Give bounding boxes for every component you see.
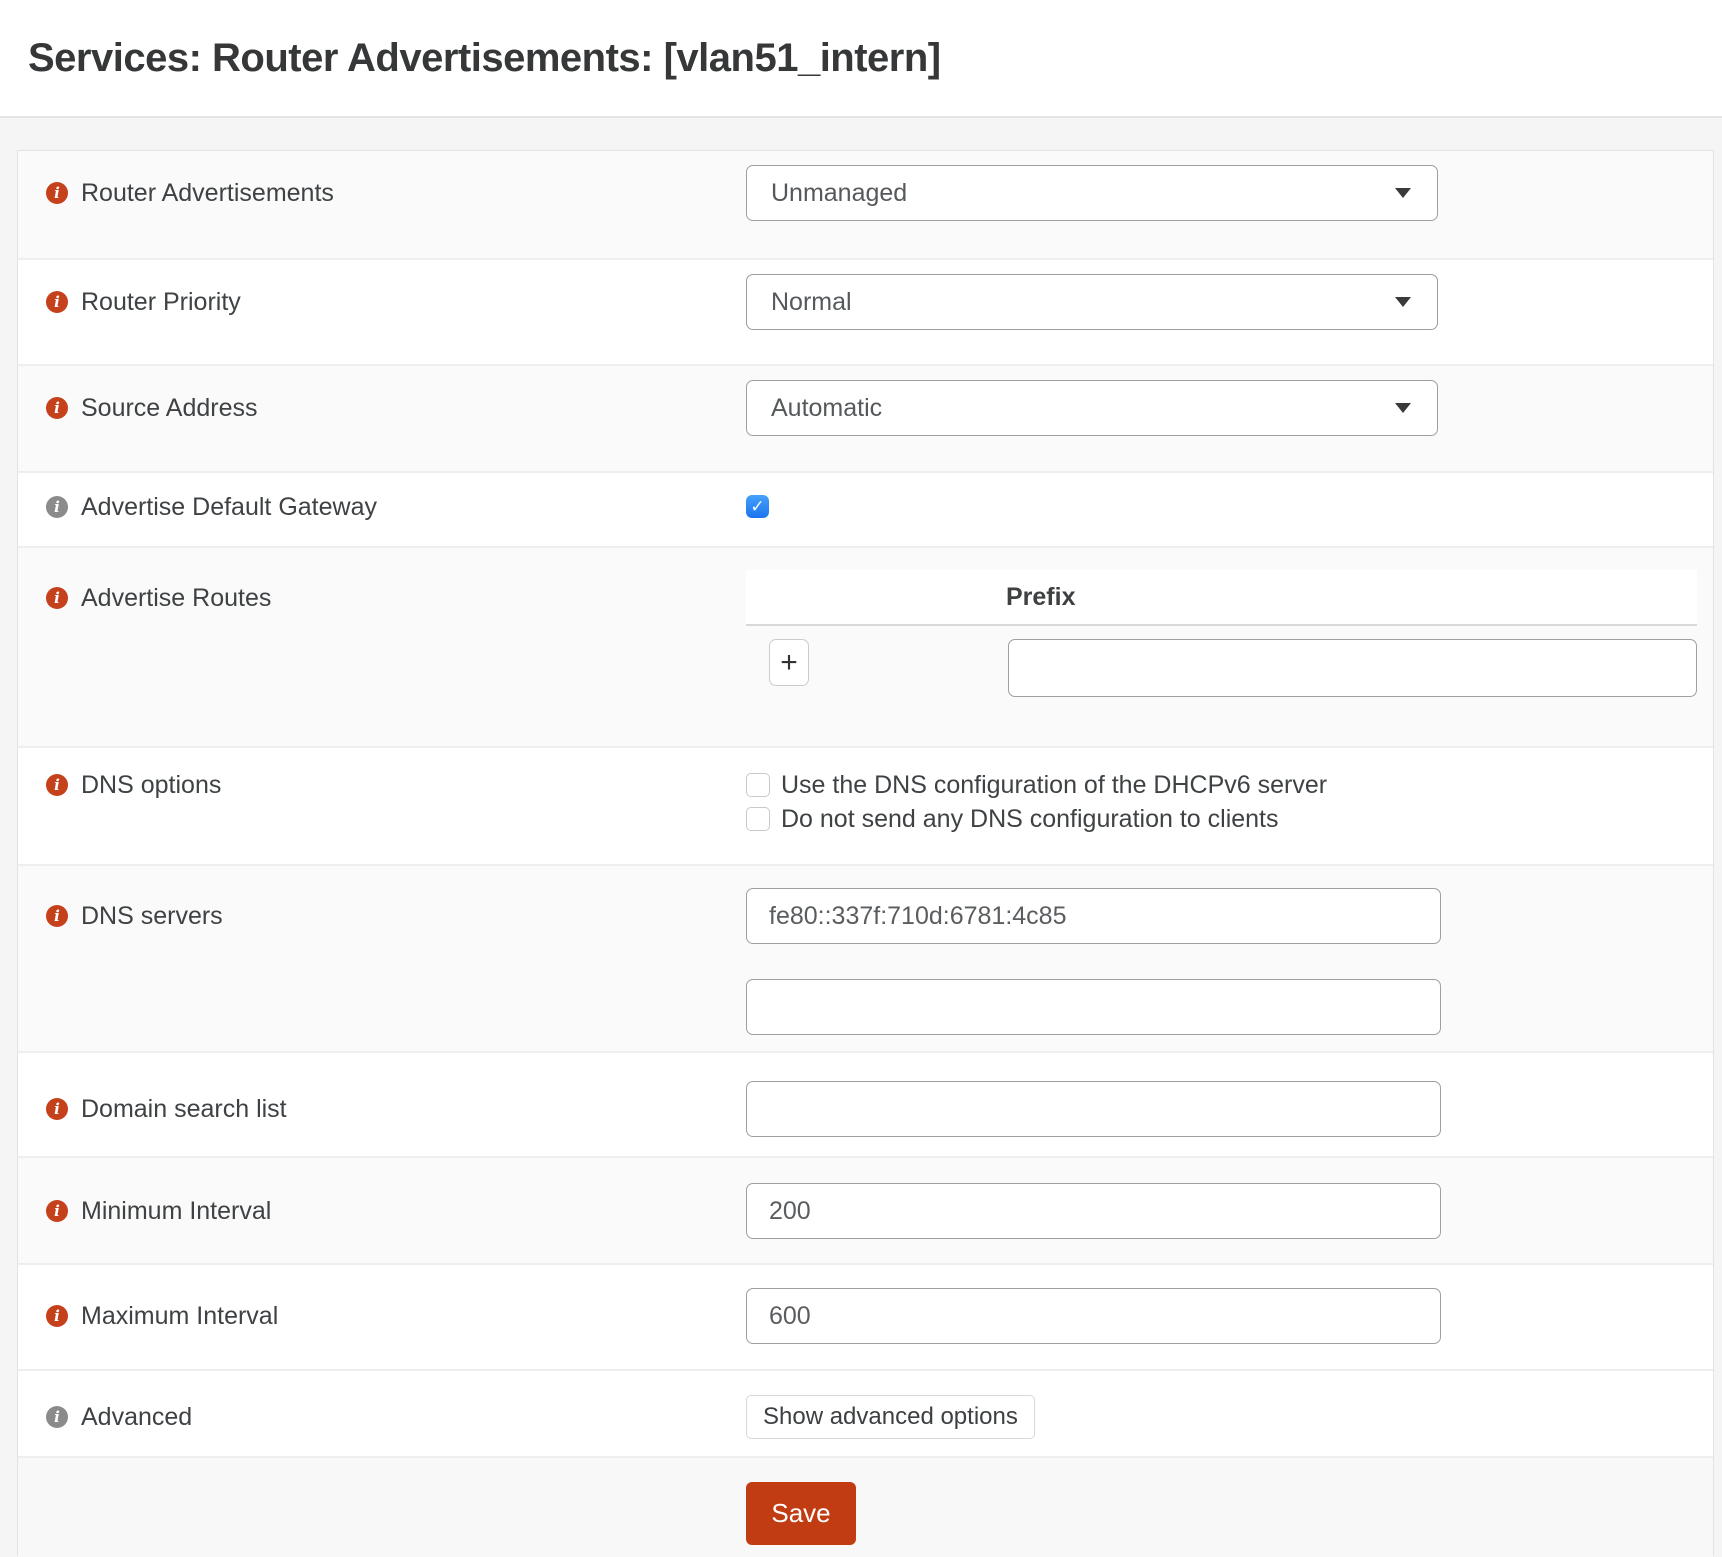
save-button[interactable]: Save: [746, 1482, 856, 1545]
advertise-default-gateway-checkbox[interactable]: ✓: [746, 495, 769, 518]
advertise-default-gateway-label: Advertise Default Gateway: [81, 493, 377, 522]
show-advanced-options-button[interactable]: Show advanced options: [746, 1395, 1035, 1439]
dns-servers-label-group: i DNS servers: [18, 888, 746, 944]
dns-option-nosend-label: Do not send any DNS configuration to cli…: [781, 805, 1279, 834]
row-advanced: i Advanced Show advanced options: [18, 1369, 1713, 1456]
chevron-down-icon: [1395, 403, 1411, 413]
prefix-column-header: Prefix: [1006, 583, 1075, 612]
minimum-interval-input[interactable]: [746, 1183, 1441, 1239]
row-advertise-routes: i Advertise Routes Prefix +: [18, 546, 1713, 746]
info-icon[interactable]: i: [46, 1305, 68, 1327]
source-address-label: Source Address: [81, 394, 258, 423]
row-save: Save: [18, 1456, 1713, 1557]
page-title: Services: Router Advertisements: [vlan51…: [28, 36, 941, 81]
info-icon[interactable]: i: [46, 774, 68, 796]
router-advertisements-select[interactable]: Unmanaged: [746, 165, 1438, 221]
info-icon[interactable]: i: [46, 1098, 68, 1120]
dns-options-label-group: i DNS options: [18, 768, 746, 802]
info-icon[interactable]: i: [46, 182, 68, 204]
advanced-label: Advanced: [81, 1403, 192, 1432]
form-panel: i Router Advertisements Unmanaged i Rout…: [17, 150, 1714, 1556]
source-address-label-group: i Source Address: [18, 380, 746, 436]
row-maximum-interval: i Maximum Interval: [18, 1263, 1713, 1369]
dns-server-2-input[interactable]: [746, 979, 1441, 1035]
row-minimum-interval: i Minimum Interval: [18, 1156, 1713, 1263]
info-icon[interactable]: i: [46, 1406, 68, 1428]
dns-options-label: DNS options: [81, 771, 221, 800]
row-dns-servers: i DNS servers: [18, 864, 1713, 1051]
advanced-label-group: i Advanced: [18, 1395, 746, 1439]
row-domain-search-list: i Domain search list: [18, 1051, 1713, 1156]
row-dns-options: i DNS options Use the DNS configuration …: [18, 746, 1713, 864]
plus-icon: +: [780, 648, 798, 678]
advertise-routes-label-group: i Advertise Routes: [18, 570, 746, 626]
info-icon[interactable]: i: [46, 397, 68, 419]
router-priority-select[interactable]: Normal: [746, 274, 1438, 330]
advertise-routes-label: Advertise Routes: [81, 584, 271, 613]
dns-option-dhcpv6: Use the DNS configuration of the DHCPv6 …: [746, 768, 1697, 802]
router-priority-label: Router Priority: [81, 288, 241, 317]
chevron-down-icon: [1395, 188, 1411, 198]
dns-option-nosend-checkbox[interactable]: [746, 807, 770, 831]
dns-servers-label: DNS servers: [81, 902, 223, 931]
domain-search-list-label-group: i Domain search list: [18, 1081, 746, 1137]
page-header: Services: Router Advertisements: [vlan51…: [0, 0, 1722, 118]
row-router-priority: i Router Priority Normal: [18, 258, 1713, 364]
maximum-interval-input[interactable]: [746, 1288, 1441, 1344]
advertise-default-gateway-label-group: i Advertise Default Gateway: [18, 495, 746, 519]
minimum-interval-label-group: i Minimum Interval: [18, 1183, 746, 1239]
dns-option-dhcpv6-label: Use the DNS configuration of the DHCPv6 …: [781, 771, 1327, 800]
add-route-button[interactable]: +: [769, 639, 809, 686]
domain-search-list-label: Domain search list: [81, 1095, 287, 1124]
info-icon[interactable]: i: [46, 496, 68, 518]
source-address-selected-value: Automatic: [771, 394, 882, 423]
advertise-routes-table-header: Prefix: [746, 570, 1697, 626]
router-priority-label-group: i Router Priority: [18, 274, 746, 330]
info-icon[interactable]: i: [46, 1200, 68, 1222]
row-source-address: i Source Address Automatic: [18, 364, 1713, 471]
maximum-interval-label: Maximum Interval: [81, 1302, 278, 1331]
router-priority-selected-value: Normal: [771, 288, 852, 317]
router-advertisements-selected-value: Unmanaged: [771, 179, 907, 208]
router-advertisements-label: Router Advertisements: [81, 179, 334, 208]
router-advertisements-label-group: i Router Advertisements: [18, 165, 746, 221]
info-icon[interactable]: i: [46, 291, 68, 313]
dns-option-dhcpv6-checkbox[interactable]: [746, 773, 770, 797]
row-router-advertisements: i Router Advertisements Unmanaged: [18, 151, 1713, 258]
row-advertise-default-gateway: i Advertise Default Gateway ✓: [18, 471, 1713, 546]
minimum-interval-label: Minimum Interval: [81, 1197, 271, 1226]
domain-search-list-input[interactable]: [746, 1081, 1441, 1137]
route-prefix-input[interactable]: [1008, 639, 1697, 697]
source-address-select[interactable]: Automatic: [746, 380, 1438, 436]
maximum-interval-label-group: i Maximum Interval: [18, 1288, 746, 1344]
dns-option-nosend: Do not send any DNS configuration to cli…: [746, 802, 1697, 836]
dns-server-1-input[interactable]: [746, 888, 1441, 944]
info-icon[interactable]: i: [46, 587, 68, 609]
chevron-down-icon: [1395, 297, 1411, 307]
checkmark-icon: ✓: [750, 497, 764, 517]
info-icon[interactable]: i: [46, 905, 68, 927]
